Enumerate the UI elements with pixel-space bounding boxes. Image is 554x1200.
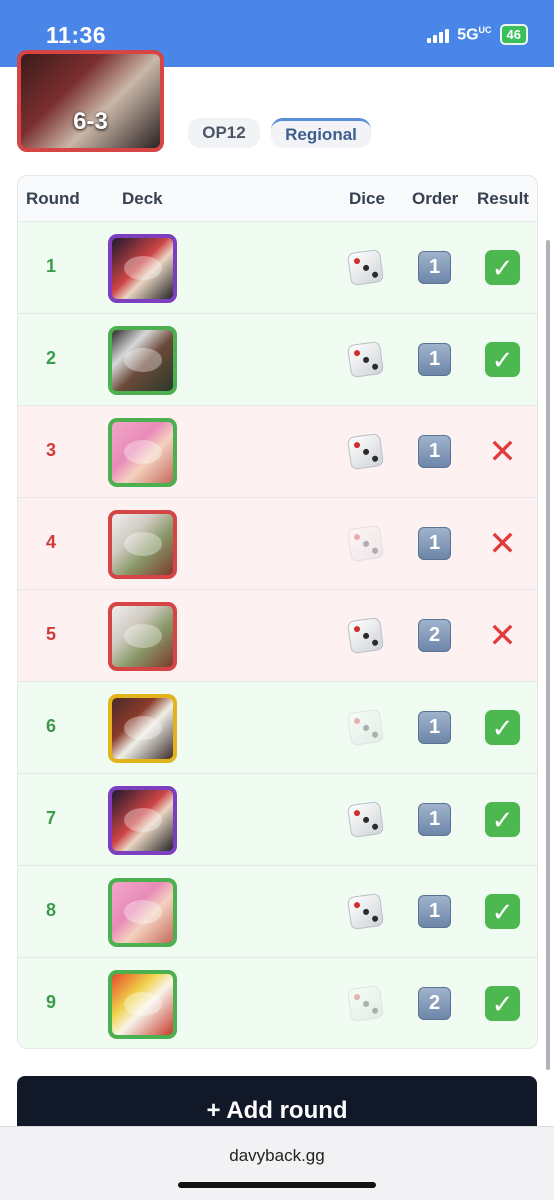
round-number: 1 [45,256,56,276]
round-number: 8 [45,900,56,920]
browser-bar: davyback.gg [0,1126,554,1200]
home-indicator[interactable] [178,1182,376,1188]
check-icon[interactable]: ✓ [485,802,520,837]
order-badge[interactable]: 1 [418,343,451,376]
pink-hair-leader-art-icon[interactable] [108,878,177,947]
table-row[interactable]: 1 1 ✓ [18,222,537,314]
white-hair-leader-art-icon[interactable] [108,602,177,671]
cross-icon[interactable]: ✕ [485,434,520,469]
order-badge[interactable]: 1 [418,435,451,468]
network-indicator: 5GUC [457,24,492,44]
round-number: 9 [45,992,56,1012]
battery-icon: 46 [499,24,528,45]
dice-icon[interactable] [346,340,385,379]
url-bar[interactable]: davyback.gg [0,1146,554,1166]
round-number: 4 [45,532,56,552]
dice-icon[interactable] [346,708,385,747]
table-row[interactable]: 7 1 ✓ [18,774,537,866]
event-score: 6-3 [73,108,108,135]
dice-icon[interactable] [346,248,385,287]
check-icon[interactable]: ✓ [485,342,520,377]
rounds-table: Round Deck Dice Order Result 1 1 ✓ 2 1 ✓ 3 1 ✕ 4 1… [17,175,538,1049]
header-order: Order [412,189,459,208]
pink-hair-leader-art-icon[interactable] [108,418,177,487]
round-number: 2 [45,348,56,368]
header-result: Result [477,189,529,208]
cross-icon[interactable]: ✕ [485,618,520,653]
green-leader-art-icon[interactable] [108,326,177,395]
round-number: 7 [45,808,56,828]
round-number: 3 [45,440,56,460]
order-badge[interactable]: 1 [418,251,451,284]
header-round: Round [26,189,80,208]
status-time: 11:36 [46,22,107,48]
tag-event-type[interactable]: Regional [271,118,371,148]
tag-set[interactable]: OP12 [188,118,260,148]
order-badge[interactable]: 2 [418,619,451,652]
table-body: 1 1 ✓ 2 1 ✓ 3 1 ✕ 4 1 ✕ 5 2 ✕ 6 1 ✓ 7 1 ✓ 8 1 ✓ 9 2 ✓ [18,222,537,1048]
table-row[interactable]: 8 1 ✓ [18,866,537,958]
table-row[interactable]: 2 1 ✓ [18,314,537,406]
check-icon[interactable]: ✓ [485,894,520,929]
table-header: Round Deck Dice Order Result [18,176,537,222]
dice-icon[interactable] [346,800,385,839]
table-row[interactable]: 3 1 ✕ [18,406,537,498]
purple-leader-art-icon[interactable] [108,786,177,855]
table-row[interactable]: 9 2 ✓ [18,958,537,1048]
table-row[interactable]: 4 1 ✕ [18,498,537,590]
table-row[interactable]: 5 2 ✕ [18,590,537,682]
order-badge[interactable]: 1 [418,527,451,560]
event-cover-image: 6-3 [17,50,164,152]
dice-icon[interactable] [346,432,385,471]
check-icon[interactable]: ✓ [485,710,520,745]
white-hair-leader-art-icon[interactable] [108,510,177,579]
signal-icon [427,27,450,43]
dice-icon[interactable] [346,892,385,931]
order-badge[interactable]: 2 [418,987,451,1020]
purple-leader-art-icon[interactable] [108,234,177,303]
order-badge[interactable]: 1 [418,711,451,744]
sun-god-leader-art-icon[interactable] [108,970,177,1039]
scrollbar[interactable] [546,240,550,1070]
dice-icon[interactable] [346,524,385,563]
order-badge[interactable]: 1 [418,803,451,836]
header-dice: Dice [349,189,385,208]
check-icon[interactable]: ✓ [485,250,520,285]
round-number: 6 [45,716,56,736]
dice-icon[interactable] [346,984,385,1023]
order-badge[interactable]: 1 [418,895,451,928]
table-row[interactable]: 6 1 ✓ [18,682,537,774]
header-deck: Deck [122,189,163,208]
status-indicators: 5GUC 46 [427,24,528,45]
dice-icon[interactable] [346,616,385,655]
yellow-leader-art-icon[interactable] [108,694,177,763]
cross-icon[interactable]: ✕ [485,526,520,561]
round-number: 5 [45,624,56,644]
check-icon[interactable]: ✓ [485,986,520,1021]
